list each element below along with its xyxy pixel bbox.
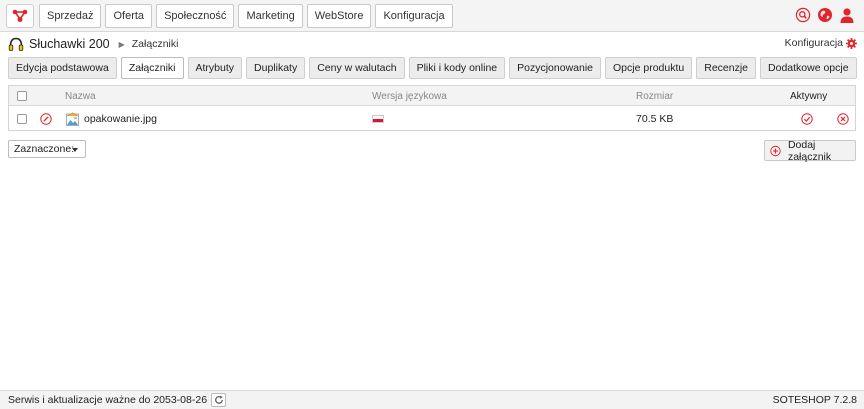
select-all-cell	[17, 86, 27, 106]
footer: Serwis i aktualizacje ważne do 2053-08-2…	[0, 390, 864, 409]
add-attachment-label: Dodaj załącznik	[787, 138, 832, 163]
breadcrumb-separator-icon: ▶	[118, 39, 125, 49]
delete-icon[interactable]	[837, 106, 849, 131]
add-attachment-button[interactable]: Dodaj załącznik	[764, 138, 856, 163]
gear-icon	[846, 37, 857, 49]
service-text: Serwis i aktualizacje ważne do 2053-08-2…	[8, 394, 208, 406]
menu-webstore[interactable]: WebStore	[306, 4, 372, 28]
menu-marketing[interactable]: Marketing	[238, 4, 303, 28]
bulk-action-label: Zaznaczone:	[14, 143, 75, 155]
headphones-icon	[8, 37, 24, 51]
header-name[interactable]: Nazwa	[65, 86, 96, 106]
tab-opcje-produktu[interactable]: Opcje produktu	[605, 57, 693, 79]
header-language[interactable]: Wersja językowa	[372, 86, 447, 106]
edit-icon[interactable]	[40, 106, 52, 131]
tab-pliki-i-kody[interactable]: Pliki i kody online	[408, 57, 506, 79]
config-link[interactable]: Konfiguracja	[785, 37, 857, 49]
soteshop-logo-icon	[12, 9, 28, 22]
bulk-action-select[interactable]: Zaznaczone:	[8, 140, 86, 158]
pl-flag-icon	[372, 106, 384, 131]
top-bar: Sprzedaż Oferta Społeczność Marketing We…	[0, 0, 864, 32]
menu-konfiguracja[interactable]: Konfiguracja	[375, 4, 453, 28]
refresh-icon[interactable]	[211, 393, 227, 407]
file-size: 70.5 KB	[636, 112, 674, 125]
menu-spolecznosc[interactable]: Społeczność	[156, 4, 235, 28]
file-name-link[interactable]: opakowanie.jpg	[84, 106, 157, 131]
table-header: Nazwa Wersja językowa Rozmiar Aktywny	[9, 86, 855, 106]
version-label: SOTESHOP 7.2.8	[772, 394, 857, 406]
header-active[interactable]: Aktywny	[790, 86, 827, 106]
attachments-table: Nazwa Wersja językowa Rozmiar Aktywny op…	[8, 85, 856, 131]
breadcrumb: Słuchawki 200 ▶ Załączniki	[8, 34, 178, 54]
globe-icon[interactable]	[816, 6, 834, 24]
row-checkbox[interactable]	[17, 113, 27, 124]
product-name[interactable]: Słuchawki 200	[29, 37, 110, 51]
tab-dodatkowe-opcje[interactable]: Dodatkowe opcje	[760, 57, 857, 79]
select-all-checkbox[interactable]	[17, 91, 27, 101]
chevron-down-icon	[72, 148, 78, 152]
breadcrumb-current: Załączniki	[131, 38, 179, 50]
tab-edycja-podstawowa[interactable]: Edycja podstawowa	[8, 57, 117, 79]
logo-button[interactable]	[6, 4, 34, 28]
check-circle-icon[interactable]	[801, 106, 813, 131]
tab-zalaczniki[interactable]: Załączniki	[120, 57, 184, 79]
add-circle-icon	[770, 145, 781, 156]
table-row: opakowanie.jpg 70.5 KB	[9, 106, 855, 131]
user-icon[interactable]	[838, 6, 856, 24]
row-select-cell	[17, 106, 27, 131]
image-file-icon	[66, 106, 79, 131]
tab-ceny-w-walutach[interactable]: Ceny w walutach	[309, 57, 405, 79]
config-link-label: Konfiguracja	[784, 37, 843, 49]
product-tabs: Edycja podstawowa Załączniki Atrybuty Du…	[8, 57, 857, 79]
tab-duplikaty[interactable]: Duplikaty	[246, 57, 306, 79]
menu-oferta[interactable]: Oferta	[105, 4, 153, 28]
search-icon[interactable]	[794, 6, 812, 24]
menu-sprzedaz[interactable]: Sprzedaż	[39, 4, 102, 28]
tab-atrybuty[interactable]: Atrybuty	[187, 57, 243, 79]
main-menu: Sprzedaż Oferta Społeczność Marketing We…	[39, 4, 453, 28]
header-size[interactable]: Rozmiar	[636, 86, 673, 106]
service-info: Serwis i aktualizacje ważne do 2053-08-2…	[8, 391, 227, 409]
tab-pozycjonowanie[interactable]: Pozycjonowanie	[509, 57, 602, 79]
tab-recenzje[interactable]: Recenzje	[696, 57, 757, 79]
top-icons	[794, 6, 856, 24]
